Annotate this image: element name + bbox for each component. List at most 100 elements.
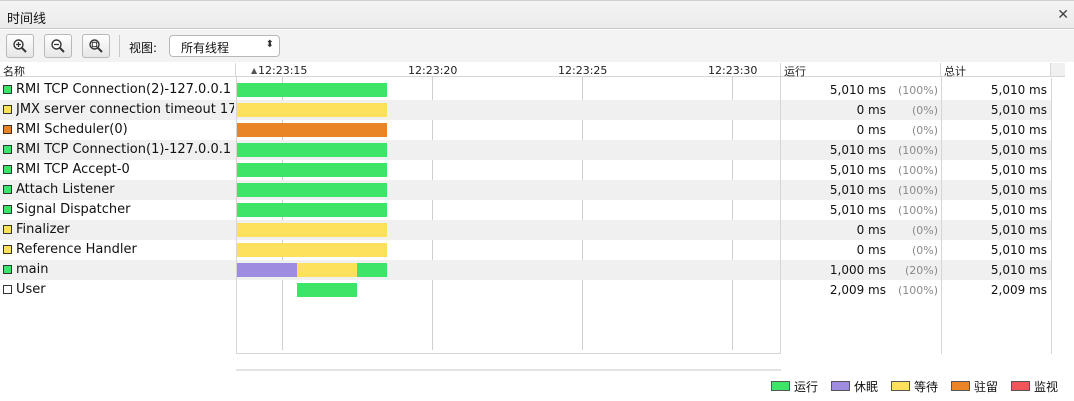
- timeline-segment-running: [357, 263, 387, 277]
- zoom-out-button[interactable]: [44, 34, 72, 58]
- column-header-total-label: 总计: [944, 65, 966, 78]
- total-time: 2,009 ms: [990, 283, 1047, 297]
- view-select[interactable]: 所有线程 ⬍: [169, 35, 280, 57]
- timeline-tick-label: 12:23:15: [258, 64, 308, 77]
- timeline-horizontal-scrollbar[interactable]: [236, 369, 781, 371]
- legend-label: 等待: [914, 379, 939, 394]
- table-row[interactable]: Finalizer 0 ms (0%) 5,010 ms: [0, 220, 1051, 240]
- total-time: 5,010 ms: [990, 223, 1047, 237]
- legend-item-sleeping: 休眠: [831, 379, 879, 394]
- timeline-segment-running: [237, 203, 387, 217]
- running-time: 0 ms: [856, 223, 886, 237]
- legend-swatch: [951, 381, 970, 391]
- window-title: 时间线: [7, 12, 47, 27]
- total-time: 5,010 ms: [990, 123, 1047, 137]
- toolbar: 视图: 所有线程 ⬍: [0, 30, 1074, 62]
- sort-asc-icon: ▲: [251, 66, 258, 75]
- running-time: 0 ms: [856, 103, 886, 117]
- running-time: 0 ms: [856, 243, 886, 257]
- legend-item-waiting: 等待: [891, 379, 939, 394]
- thread-state-swatch: [3, 225, 12, 234]
- table-row[interactable]: Signal Dispatcher 5,010 ms (100%) 5,010 ms: [0, 200, 1051, 220]
- table-row[interactable]: Reference Handler 0 ms (0%) 5,010 ms: [0, 240, 1051, 260]
- timeline-segment-parked: [237, 123, 387, 137]
- table-row[interactable]: RMI Scheduler(0) 0 ms (0%) 5,010 ms: [0, 120, 1051, 140]
- timeline-segment-waiting: [237, 103, 387, 117]
- total-time: 5,010 ms: [990, 243, 1047, 257]
- running-percent: (100%): [897, 164, 938, 177]
- column-header-running-label: 运行: [784, 65, 806, 78]
- running-percent: (20%): [904, 264, 938, 277]
- timeline-tab-header: 时间线 ✕: [0, 0, 1074, 29]
- timeline-segment-running: [237, 183, 387, 197]
- total-time: 5,010 ms: [990, 103, 1047, 117]
- running-time: 5,010 ms: [829, 183, 886, 197]
- thread-name: main: [16, 262, 49, 277]
- zoom-in-button[interactable]: [6, 34, 34, 58]
- running-percent: (100%): [897, 84, 938, 97]
- total-time: 5,010 ms: [990, 143, 1047, 157]
- table-row[interactable]: RMI TCP Connection(2)-127.0.0.1 5,010 ms (…: [0, 80, 1051, 100]
- total-time: 5,010 ms: [990, 203, 1047, 217]
- column-divider: [236, 77, 237, 354]
- thread-name: RMI Scheduler(0): [16, 122, 128, 137]
- running-time: 2,009 ms: [829, 283, 886, 297]
- legend-label: 休眠: [854, 379, 879, 394]
- thread-state-swatch: [3, 165, 12, 174]
- legend-label: 运行: [794, 379, 819, 394]
- timeline-segment-waiting: [297, 263, 357, 277]
- total-time: 5,010 ms: [990, 163, 1047, 177]
- thread-name: Finalizer: [16, 222, 70, 237]
- timeline-tick-label: 12:23:20: [408, 64, 458, 77]
- legend-swatch: [1011, 381, 1030, 391]
- running-percent: (0%): [911, 244, 938, 257]
- thread-name: RMI TCP Connection(1)-127.0.0.1: [16, 142, 232, 157]
- column-header-name[interactable]: 名称: [0, 63, 236, 78]
- running-percent: (100%): [897, 204, 938, 217]
- column-divider: [780, 77, 781, 354]
- timeline-segment-running: [297, 283, 357, 297]
- toolbar-separator: [119, 35, 120, 57]
- running-percent: (100%): [897, 284, 938, 297]
- running-percent: (0%): [911, 224, 938, 237]
- timeline-segment-running: [237, 163, 387, 177]
- table-row[interactable]: Attach Listener 5,010 ms (100%) 5,010 ms: [0, 180, 1051, 200]
- timeline-axis-header: ▲ 12:23:15 12:23:20 12:23:25 12:23:30: [236, 63, 781, 77]
- thread-name: Reference Handler: [16, 242, 137, 257]
- table-row[interactable]: main 1,000 ms (20%) 5,010 ms: [0, 260, 1051, 280]
- table-row[interactable]: User 2,009 ms (100%) 2,009 ms: [0, 280, 1051, 300]
- column-header-total[interactable]: 总计: [941, 63, 1051, 78]
- timeline-bottom-border: [236, 353, 781, 354]
- timeline-tick-label: 12:23:25: [558, 64, 608, 77]
- zoom-in-icon: [13, 39, 27, 53]
- running-time: 1,000 ms: [829, 263, 886, 277]
- timeline-segment-running: [237, 143, 387, 157]
- thread-name: RMI TCP Accept-0: [16, 162, 130, 177]
- running-time: 5,010 ms: [829, 163, 886, 177]
- thread-state-swatch: [3, 285, 12, 294]
- column-header-running[interactable]: 运行: [781, 63, 941, 78]
- thread-state-swatch: [3, 85, 12, 94]
- close-icon[interactable]: ✕: [1057, 7, 1069, 23]
- total-time: 5,010 ms: [990, 183, 1047, 197]
- zoom-fit-button[interactable]: [82, 34, 110, 58]
- vertical-scrollbar[interactable]: [1051, 78, 1052, 354]
- legend-swatch: [831, 381, 850, 391]
- column-header-name-label: 名称: [3, 65, 25, 78]
- table-row[interactable]: RMI TCP Accept-0 5,010 ms (100%) 5,010 ms: [0, 160, 1051, 180]
- view-select-value: 所有线程: [181, 41, 230, 55]
- thread-state-swatch: [3, 205, 12, 214]
- running-time: 0 ms: [856, 123, 886, 137]
- running-percent: (0%): [911, 104, 938, 117]
- thread-state-swatch: [3, 105, 12, 114]
- zoom-out-icon: [51, 39, 65, 53]
- total-time: 5,010 ms: [990, 263, 1047, 277]
- table-row[interactable]: JMX server connection timeout 17 0 ms (0%)…: [0, 100, 1051, 120]
- thread-name: JMX server connection timeout 17: [16, 102, 234, 117]
- thread-state-swatch: [3, 145, 12, 154]
- running-percent: (100%): [897, 144, 938, 157]
- legend-item-parked: 驻留: [951, 379, 998, 394]
- view-label: 视图:: [129, 41, 158, 55]
- table-row[interactable]: RMI TCP Connection(1)-127.0.0.1 5,010 ms (…: [0, 140, 1051, 160]
- timeline-segment-running: [237, 83, 387, 97]
